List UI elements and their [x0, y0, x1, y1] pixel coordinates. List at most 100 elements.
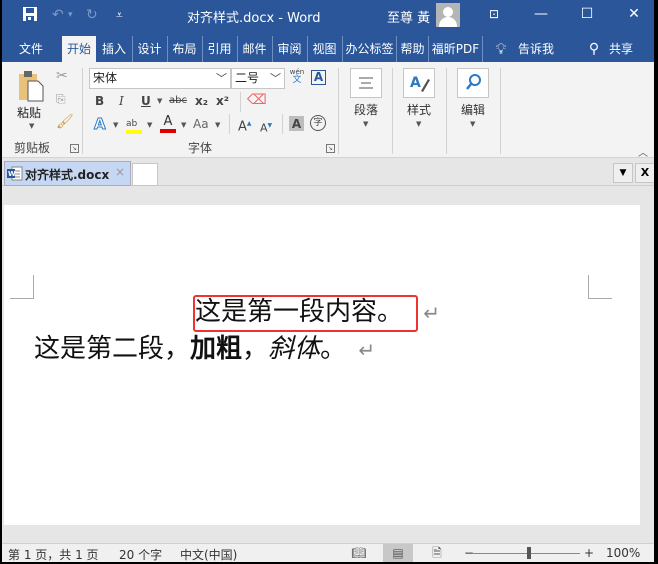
strikethrough-button[interactable]: abc: [169, 93, 187, 109]
tab-home[interactable]: 开始: [62, 36, 96, 62]
share-button[interactable]: 共享: [606, 36, 636, 62]
tab-file[interactable]: 文件: [6, 36, 56, 62]
web-layout-icon[interactable]: 🗎︎: [422, 544, 452, 562]
ribbon-display-options-icon[interactable]: ⊡: [479, 4, 509, 26]
ribbon-home: 粘贴 ▼ ✂ ⎘ 🖌︎ 剪贴板 ↘ 宋体 ﹀ 二号 ﹀ wén 文 A B I U ▼: [2, 62, 654, 159]
share-person-icon[interactable]: ⚲: [586, 36, 602, 62]
paragraph-mark-icon: ↵: [423, 301, 441, 325]
title-bar: ↶ ▾ ↻ ⩡ 对齐样式.docx - Word 至尊 黃 ⊡ — ☐ ✕: [2, 0, 654, 32]
tab-insert[interactable]: 插入: [97, 36, 131, 62]
underline-button[interactable]: U: [141, 93, 151, 109]
undo-dropdown-icon[interactable]: ▾: [68, 6, 73, 24]
tab-mailings[interactable]: 邮件: [237, 36, 271, 62]
close-button[interactable]: ✕: [619, 4, 649, 26]
character-border-button[interactable]: A: [311, 70, 326, 85]
document-tabs-bar: W 对齐样式.docx ×: [2, 158, 654, 186]
italic-text: 斜体: [268, 334, 321, 364]
language-indicator[interactable]: 中文(中国): [180, 546, 237, 562]
tab-foxit-pdf[interactable]: 福昕PDF: [428, 36, 482, 62]
enclose-characters-button[interactable]: 字: [310, 115, 326, 131]
bold-text: 加粗: [190, 334, 243, 364]
highlight-button[interactable]: ab: [126, 115, 142, 134]
new-tab-button[interactable]: [132, 163, 158, 186]
ribbon-tabs: 文件 开始 插入 设计 布局 引用 邮件 审阅 视图 办公标签 帮助 福昕PDF…: [2, 32, 654, 62]
tab-office-tab[interactable]: 办公标签: [342, 36, 396, 62]
user-name[interactable]: 至尊 黃: [387, 7, 430, 26]
grow-font-button[interactable]: A▲: [238, 116, 252, 135]
paragraph-mark-icon: ↵: [358, 338, 376, 362]
character-shading-button[interactable]: A: [289, 116, 304, 131]
font-launcher-icon[interactable]: ↘: [326, 144, 335, 153]
print-layout-icon[interactable]: ▤: [383, 544, 413, 562]
highlight-annotation-box: [193, 295, 418, 332]
tab-help[interactable]: 帮助: [396, 36, 428, 62]
text-effects-dropdown-icon[interactable]: ▼: [113, 121, 118, 129]
paragraph-2[interactable]: 这是第二段，加粗，斜体。 ↵: [34, 333, 375, 366]
font-name-select[interactable]: 宋体 ﹀: [89, 68, 231, 89]
document-tab[interactable]: W 对齐样式.docx ×: [4, 161, 131, 186]
phonetic-guide-icon[interactable]: wén 文: [289, 68, 305, 85]
italic-button[interactable]: I: [119, 93, 124, 109]
font-size-select[interactable]: 二号 ﹀: [231, 68, 285, 89]
tab-design[interactable]: 设计: [132, 36, 166, 62]
clipboard-label: 剪贴板: [14, 141, 51, 155]
close-document-button[interactable]: X: [635, 163, 654, 183]
tab-list-dropdown-button[interactable]: ▼: [613, 163, 633, 183]
change-case-dropdown-icon[interactable]: ▼: [215, 121, 220, 129]
minimize-button[interactable]: —: [526, 4, 556, 26]
word-doc-icon: W: [7, 166, 23, 181]
font-color-dropdown-icon[interactable]: ▼: [181, 121, 186, 129]
search-icon: [457, 68, 489, 98]
chevron-down-icon: ﹀: [216, 72, 227, 85]
editing-dropdown-icon: ▼: [470, 120, 476, 128]
chevron-down-icon: ﹀: [270, 72, 281, 85]
highlight-color-swatch: [126, 130, 142, 134]
underline-dropdown-icon[interactable]: ▼: [157, 97, 162, 105]
superscript-button[interactable]: x²: [216, 93, 229, 109]
format-painter-icon[interactable]: 🖌︎: [56, 114, 74, 130]
zoom-level[interactable]: 100%: [606, 546, 640, 560]
close-tab-icon[interactable]: ×: [115, 165, 125, 179]
bold-button[interactable]: B: [95, 93, 104, 109]
tell-me-button[interactable]: 告诉我: [516, 36, 556, 62]
font-color-button[interactable]: A: [160, 114, 176, 133]
tab-review[interactable]: 审阅: [272, 36, 306, 62]
styles-label: 样式: [406, 103, 431, 117]
zoom-in-button[interactable]: +: [584, 546, 594, 560]
collapse-ribbon-icon[interactable]: ︿: [638, 144, 648, 159]
margin-corner-right: [588, 275, 612, 299]
page-count[interactable]: 第 1 页，共 1 页: [8, 546, 99, 562]
customize-toolbar-icon[interactable]: ⩡: [116, 6, 123, 24]
word-window: ↶ ▾ ↻ ⩡ 对齐样式.docx - Word 至尊 黃 ⊡ — ☐ ✕ 文件…: [2, 0, 654, 562]
zoom-slider-track[interactable]: [472, 553, 580, 554]
highlight-dropdown-icon[interactable]: ▼: [147, 121, 152, 129]
maximize-button[interactable]: ☐: [572, 4, 602, 26]
styles-icon: A: [403, 68, 435, 98]
tab-references[interactable]: 引用: [202, 36, 236, 62]
document-tab-label: 对齐样式.docx: [25, 168, 110, 182]
save-icon[interactable]: [22, 6, 38, 27]
redo-icon[interactable]: ↻: [86, 6, 98, 24]
shrink-font-button[interactable]: A▼: [260, 118, 272, 137]
avatar[interactable]: [436, 3, 460, 27]
paste-dropdown-icon[interactable]: ▼: [29, 122, 34, 130]
paste-icon[interactable]: [19, 70, 45, 102]
subscript-button[interactable]: x₂: [195, 93, 208, 109]
paragraph-icon: [350, 68, 382, 98]
copy-icon[interactable]: ⎘: [56, 92, 66, 107]
read-mode-icon[interactable]: 📖︎: [344, 544, 374, 562]
word-count[interactable]: 20 个字: [119, 546, 162, 562]
cut-icon[interactable]: ✂: [56, 68, 68, 84]
tab-view[interactable]: 视图: [307, 36, 341, 62]
editing-label: 编辑: [460, 103, 485, 117]
text-effects-button[interactable]: A: [94, 116, 107, 133]
undo-icon[interactable]: ↶: [52, 6, 64, 24]
zoom-slider-thumb[interactable]: [527, 547, 531, 559]
paste-button[interactable]: 粘贴: [17, 104, 41, 121]
clipboard-launcher-icon[interactable]: ↘: [70, 144, 79, 153]
clear-formatting-icon[interactable]: ⌫: [247, 92, 267, 108]
tab-layout[interactable]: 布局: [167, 36, 201, 62]
change-case-button[interactable]: Aa: [193, 116, 209, 132]
margin-corner-left: [10, 275, 34, 299]
lightbulb-icon[interactable]: 💡︎: [492, 36, 510, 62]
